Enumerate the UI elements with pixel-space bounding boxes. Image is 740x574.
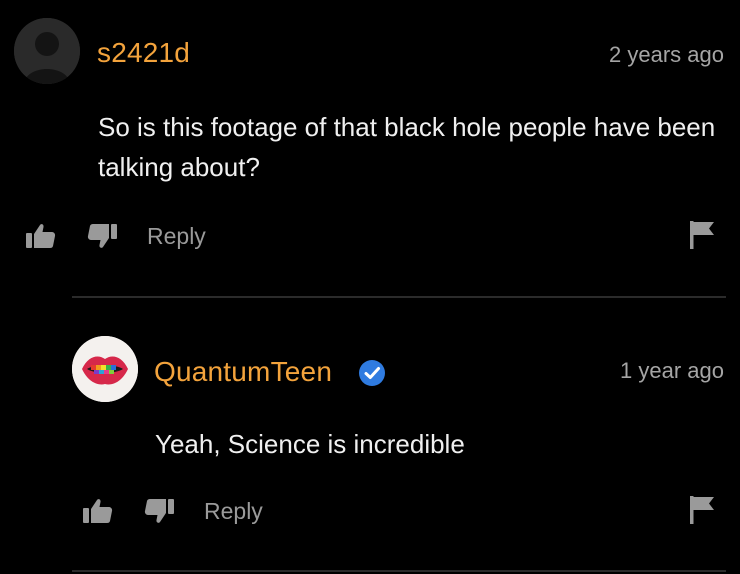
comment-body: Yeah, Science is incredible xyxy=(155,429,465,459)
avatar[interactable] xyxy=(72,336,138,402)
thumbs-down-icon[interactable] xyxy=(144,498,174,524)
verified-badge-icon xyxy=(358,359,386,387)
comment-actions: Reply xyxy=(0,215,740,255)
divider xyxy=(72,570,726,572)
comment-body: So is this footage of that black hole pe… xyxy=(98,112,716,182)
thumbs-up-icon[interactable] xyxy=(26,223,56,249)
username[interactable]: QuantumTeen xyxy=(154,356,332,388)
divider xyxy=(72,296,726,298)
comment-item: s2421d 2 years ago So is this footage of… xyxy=(0,0,740,300)
comment-actions: Reply xyxy=(0,490,740,530)
reply-button[interactable]: Reply xyxy=(147,223,206,250)
avatar[interactable] xyxy=(14,18,80,84)
default-user-icon xyxy=(14,18,80,84)
flag-icon[interactable] xyxy=(690,221,716,249)
rainbow-lips-avatar xyxy=(72,336,138,402)
thumbs-up-icon[interactable] xyxy=(83,498,113,524)
comment-item: QuantumTeen 1 year ago Yeah, Science is … xyxy=(0,300,740,574)
username[interactable]: s2421d xyxy=(97,37,190,69)
reply-button[interactable]: Reply xyxy=(204,498,263,525)
timestamp: 2 years ago xyxy=(609,42,724,67)
flag-icon[interactable] xyxy=(690,496,716,524)
timestamp: 1 year ago xyxy=(620,358,724,383)
thumbs-down-icon[interactable] xyxy=(87,223,117,249)
